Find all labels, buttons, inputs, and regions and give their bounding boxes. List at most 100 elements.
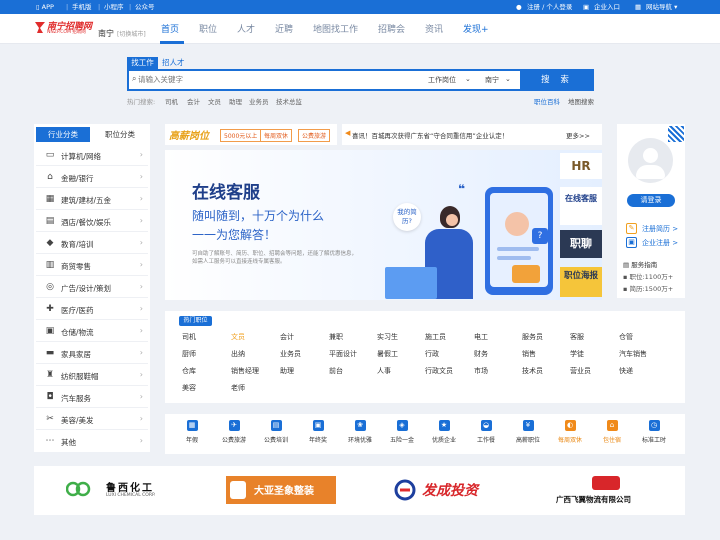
hot-job-link[interactable]: 老师 bbox=[231, 383, 245, 393]
hot-job-link[interactable]: 文员 bbox=[231, 332, 245, 342]
hot-job-link[interactable]: 仓管 bbox=[619, 332, 633, 342]
switch-city-link[interactable]: [切换城市] bbox=[117, 29, 146, 38]
category-item[interactable]: ▥ 商贸零售 › bbox=[36, 256, 148, 276]
notice-text[interactable]: 喜讯！百城再次获得广东省“守合同重信用”企业认定！ bbox=[352, 130, 508, 140]
category-item[interactable]: ▦ 建筑/建材/五金 › bbox=[36, 190, 148, 210]
benefit-item[interactable]: ¥ 高薪职位 bbox=[508, 420, 548, 444]
tab-position[interactable]: 职位分类 bbox=[93, 127, 147, 142]
register-resume-link[interactable]: 注册简历 > bbox=[642, 224, 678, 234]
benefit-item[interactable]: ◒ 工作餐 bbox=[466, 420, 506, 444]
category-item[interactable]: ▤ 酒店/餐饮/娱乐 › bbox=[36, 212, 148, 232]
map-search-link[interactable]: 地图搜索 bbox=[568, 96, 594, 106]
hot-keyword[interactable]: 业务员 bbox=[249, 96, 269, 106]
hot-job-link[interactable]: 前台 bbox=[329, 366, 343, 376]
enterprise-register-link[interactable]: 企业注册 > bbox=[642, 238, 678, 248]
official-account-link[interactable]: 公众号 bbox=[135, 2, 155, 12]
hr-card[interactable]: HR bbox=[560, 153, 602, 179]
hot-keyword[interactable]: 技术总监 bbox=[276, 96, 302, 106]
hot-job-link[interactable]: 平面设计 bbox=[329, 349, 357, 359]
nav-job-fair[interactable]: 招聘会 bbox=[378, 22, 405, 35]
tab-industry[interactable]: 行业分类 bbox=[36, 127, 90, 142]
benefit-item[interactable]: ✈ 公费旅游 bbox=[214, 420, 254, 444]
hot-job-link[interactable]: 销售经理 bbox=[231, 366, 259, 376]
qrcode-icon[interactable] bbox=[668, 126, 684, 142]
category-item[interactable]: ◎ 广告/设计/策划 › bbox=[36, 278, 148, 298]
benefit-item[interactable]: ⌂ 包住宿 bbox=[592, 420, 632, 444]
hot-job-link[interactable]: 营业员 bbox=[570, 366, 591, 376]
benefit-item[interactable]: ❀ 环境优雅 bbox=[340, 420, 380, 444]
hot-job-link[interactable]: 市场 bbox=[474, 366, 488, 376]
hot-job-link[interactable]: 施工员 bbox=[425, 332, 446, 342]
nav-home[interactable]: 首页 bbox=[161, 22, 179, 35]
service-guide-link[interactable]: ▤ 服务指南 bbox=[623, 259, 657, 269]
category-item[interactable]: ▭ 计算机/网络 › bbox=[36, 146, 148, 166]
hot-job-link[interactable]: 财务 bbox=[474, 349, 488, 359]
mobile-link[interactable]: 手机版 bbox=[72, 2, 92, 12]
hot-keyword[interactable]: 文员 bbox=[208, 96, 221, 106]
hot-job-link[interactable]: 销售 bbox=[522, 349, 536, 359]
benefit-item[interactable]: ★ 优质企业 bbox=[424, 420, 464, 444]
search-input[interactable] bbox=[138, 71, 418, 88]
hot-keyword[interactable]: 司机 bbox=[165, 96, 178, 106]
category-item[interactable]: ◘ 汽车服务 › bbox=[36, 388, 148, 408]
category-item[interactable]: ✂ 美容/美发 › bbox=[36, 410, 148, 430]
hot-job-link[interactable]: 美容 bbox=[182, 383, 196, 393]
hot-job-link[interactable]: 行政 bbox=[425, 349, 439, 359]
benefit-item[interactable]: ◈ 五险一金 bbox=[382, 420, 422, 444]
hot-job-link[interactable]: 实习生 bbox=[377, 332, 398, 342]
login-link[interactable]: 注册 / 个人登录 bbox=[527, 2, 572, 12]
hot-job-link[interactable]: 业务员 bbox=[280, 349, 301, 359]
category-item[interactable]: ✚ 医疗/医药 › bbox=[36, 300, 148, 320]
notice-more-link[interactable]: 更多>> bbox=[566, 130, 590, 140]
job-wiki-link[interactable]: 职位百科 bbox=[534, 96, 560, 106]
hot-job-link[interactable]: 汽车销售 bbox=[619, 349, 647, 359]
category-item[interactable]: ⌂ 金融/银行 › bbox=[36, 168, 148, 188]
hot-keyword[interactable]: 助理 bbox=[229, 96, 242, 106]
nav-recent[interactable]: 近聘 bbox=[275, 22, 293, 35]
job-chat-card[interactable]: 职聊 bbox=[560, 230, 602, 258]
area-select[interactable]: 南宁 bbox=[485, 75, 499, 85]
benefit-item[interactable]: ▦ 年假 bbox=[172, 420, 212, 444]
tab-find-talent[interactable]: 招人才 bbox=[162, 57, 185, 69]
hot-job-link[interactable]: 快递 bbox=[619, 366, 633, 376]
hot-keyword[interactable]: 会计 bbox=[187, 96, 200, 106]
nav-map-jobs[interactable]: 地图找工作 bbox=[313, 22, 358, 35]
hot-job-link[interactable]: 仓库 bbox=[182, 366, 196, 376]
search-button[interactable]: 搜 索 bbox=[520, 69, 594, 91]
online-service-card[interactable]: 在线客服 bbox=[560, 187, 602, 225]
nav-news[interactable]: 资讯 bbox=[425, 22, 443, 35]
hot-job-link[interactable]: 客服 bbox=[570, 332, 584, 342]
site-nav-link[interactable]: 网站导航 ▾ bbox=[646, 2, 677, 12]
nav-discover[interactable]: 发现+ bbox=[463, 22, 489, 35]
hot-job-link[interactable]: 行政文员 bbox=[425, 366, 453, 376]
nav-jobs[interactable]: 职位 bbox=[199, 22, 217, 35]
benefit-item[interactable]: ▣ 年终奖 bbox=[298, 420, 338, 444]
nav-talent[interactable]: 人才 bbox=[237, 22, 255, 35]
hot-job-link[interactable]: 出纳 bbox=[231, 349, 245, 359]
category-item[interactable]: ◆ 教育/培训 › bbox=[36, 234, 148, 254]
hot-job-link[interactable]: 技术员 bbox=[522, 366, 543, 376]
miniprogram-link[interactable]: 小程序 bbox=[104, 2, 124, 12]
tab-find-job[interactable]: 找工作 bbox=[127, 57, 158, 69]
feiyi-logo[interactable]: 广西飞翼物流有限公司 bbox=[556, 476, 656, 504]
luxi-logo[interactable]: 鲁西化工 LUXI CHEMICAL CORP. bbox=[66, 476, 176, 504]
hot-job-link[interactable]: 司机 bbox=[182, 332, 196, 342]
hot-job-link[interactable]: 兼职 bbox=[329, 332, 343, 342]
hot-job-link[interactable]: 助理 bbox=[280, 366, 294, 376]
facheng-logo[interactable]: 发成投资 bbox=[394, 476, 504, 504]
category-item[interactable]: ▣ 仓储/物流 › bbox=[36, 322, 148, 342]
job-poster-card[interactable]: 职位海报 bbox=[560, 267, 602, 297]
benefit-item[interactable]: ◐ 每周双休 bbox=[550, 420, 590, 444]
daya-logo[interactable]: 大亚圣象整装 bbox=[226, 476, 336, 504]
hot-job-link[interactable]: 电工 bbox=[474, 332, 488, 342]
category-item[interactable]: ⋯ 其他 › bbox=[36, 432, 148, 452]
login-button[interactable]: 请登录 bbox=[627, 194, 675, 207]
hot-job-link[interactable]: 暑假工 bbox=[377, 349, 398, 359]
enterprise-link[interactable]: 企业入口 bbox=[594, 2, 620, 12]
hot-job-link[interactable]: 学徒 bbox=[570, 349, 584, 359]
category-item[interactable]: ▬ 家具家居 › bbox=[36, 344, 148, 364]
app-link[interactable]: ▯ APP bbox=[36, 2, 54, 12]
hot-job-link[interactable]: 人事 bbox=[377, 366, 391, 376]
hot-job-link[interactable]: 会计 bbox=[280, 332, 294, 342]
benefit-item[interactable]: ◷ 标准工时 bbox=[634, 420, 674, 444]
